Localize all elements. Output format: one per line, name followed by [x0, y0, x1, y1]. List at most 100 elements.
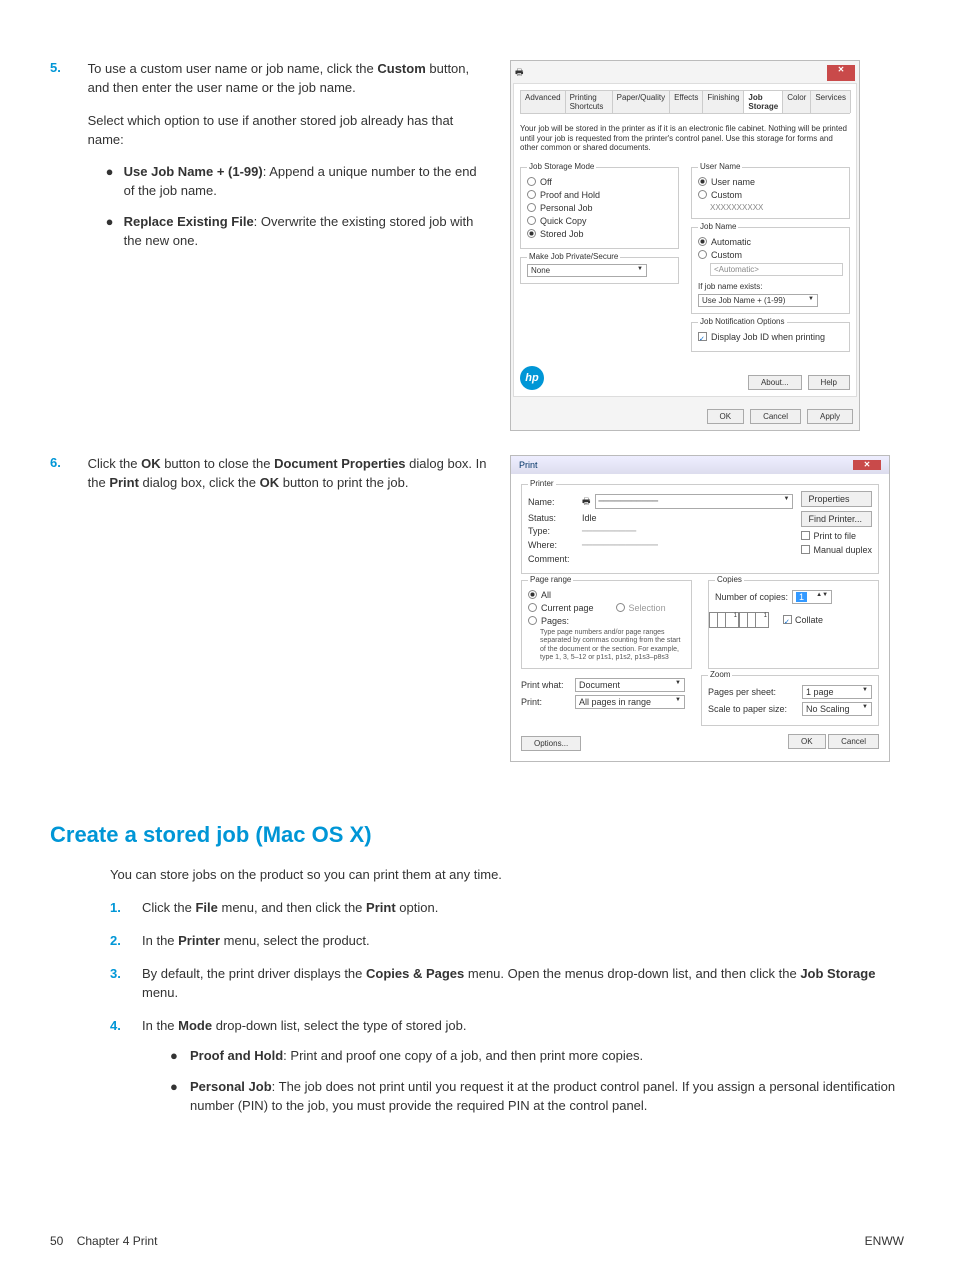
copies-legend: Copies	[715, 575, 744, 584]
mac-step4-num: 4.	[110, 1017, 142, 1120]
printer-section-legend: Printer	[528, 479, 556, 488]
range-selection: Selection	[616, 603, 666, 613]
section-title: Create a stored job (Mac OS X)	[50, 822, 904, 848]
hp-logo: hp	[520, 366, 544, 390]
ok-button[interactable]: OK	[788, 734, 826, 749]
mac-step2: In the Printer menu, select the product.	[142, 932, 904, 951]
cancel-button[interactable]: Cancel	[750, 409, 801, 424]
if-exists-label: If job name exists:	[698, 282, 843, 291]
page-range-legend: Page range	[528, 575, 573, 584]
copies-label: Number of copies:	[715, 592, 788, 602]
jobname-automatic[interactable]: Automatic	[698, 237, 843, 247]
print-to-file-checkbox[interactable]: Print to file	[801, 531, 872, 541]
close-icon[interactable]: ✕	[853, 460, 881, 470]
range-hint: Type page numbers and/or page ranges sep…	[540, 629, 685, 663]
tab-job-storage[interactable]: Job Storage	[743, 90, 783, 113]
chevron-down-icon: ▼	[784, 496, 790, 507]
tab-advanced[interactable]: Advanced	[520, 90, 566, 113]
zoom-legend: Zoom	[708, 670, 732, 679]
mac-step1-num: 1.	[110, 899, 142, 918]
footer-left: 50 Chapter 4 Print	[50, 1234, 157, 1248]
mac-step3-num: 3.	[110, 965, 142, 1003]
tab-printing-shortcuts[interactable]: Printing Shortcuts	[565, 90, 613, 113]
chevron-down-icon: ▼	[862, 687, 868, 697]
properties-dialog: 🖶 ✕ Advanced Printing Shortcuts Paper/Qu…	[510, 60, 860, 431]
apply-button[interactable]: Apply	[807, 409, 853, 424]
if-exists-select[interactable]: Use Job Name + (1-99)▼	[698, 294, 818, 307]
step6-number: 6.	[50, 455, 84, 470]
tab-services[interactable]: Services	[810, 90, 851, 113]
username-custom[interactable]: Custom	[698, 190, 843, 200]
mode-personal-job[interactable]: Personal Job	[527, 203, 672, 213]
printer-icon: 🖶	[515, 65, 524, 81]
scale-label: Scale to paper size:	[708, 704, 798, 714]
ok-button[interactable]: OK	[707, 409, 745, 424]
collate-checkbox[interactable]: Collate	[783, 615, 823, 625]
find-printer-button[interactable]: Find Printer...	[801, 511, 872, 527]
step5-para1: To use a custom user name or job name, c…	[88, 60, 488, 98]
options-button[interactable]: Options...	[521, 736, 581, 751]
scale-select[interactable]: No Scaling▼	[802, 702, 872, 716]
tab-effects[interactable]: Effects	[669, 90, 703, 113]
printer-icon: 🖶	[582, 494, 591, 510]
print-what-select[interactable]: Document▼	[575, 678, 685, 692]
print-what-label: Print what:	[521, 680, 571, 690]
tab-color[interactable]: Color	[782, 90, 811, 113]
range-all[interactable]: All	[528, 590, 685, 600]
job-name-legend: Job Name	[698, 222, 738, 231]
mode-off[interactable]: Off	[527, 177, 672, 187]
mode-quick-copy[interactable]: Quick Copy	[527, 216, 672, 226]
printer-select[interactable]: ━━━━━━━━━━━▼	[595, 494, 794, 509]
mac-step1: Click the File menu, and then click the …	[142, 899, 904, 918]
step5-number: 5.	[50, 60, 84, 75]
tab-bar: Advanced Printing Shortcuts Paper/Qualit…	[520, 90, 850, 114]
notify-legend: Job Notification Options	[698, 317, 787, 326]
jobname-custom[interactable]: Custom	[698, 250, 843, 260]
manual-duplex-checkbox[interactable]: Manual duplex	[801, 545, 872, 555]
print-range-select[interactable]: All pages in range▼	[575, 695, 685, 709]
where-label: Where:	[528, 540, 578, 550]
tab-paper-quality[interactable]: Paper/Quality	[612, 90, 670, 113]
display-job-id-checkbox[interactable]: Display Job ID when printing	[698, 332, 843, 342]
chevron-down-icon: ▼	[862, 704, 868, 714]
mac-step3: By default, the print driver displays th…	[142, 965, 904, 1003]
range-current[interactable]: Current page	[528, 603, 594, 613]
jobname-value: <Automatic>	[710, 263, 843, 276]
name-label: Name:	[528, 497, 578, 507]
print-dialog: Print ✕ Printer Name: 🖶 ━━━━━━━━━━━▼ Statu…	[510, 455, 890, 763]
step5-para2: Select which option to use if another st…	[88, 112, 488, 150]
intro-text: You can store jobs on the product so you…	[110, 866, 904, 885]
footer-right: ENWW	[865, 1234, 904, 1248]
about-button[interactable]: About...	[748, 375, 802, 390]
cancel-button[interactable]: Cancel	[828, 734, 879, 749]
status-value: Idle	[582, 513, 597, 523]
range-pages[interactable]: Pages:	[528, 616, 685, 626]
make-private-legend: Make Job Private/Secure	[527, 252, 620, 261]
chevron-down-icon: ▼	[808, 296, 814, 305]
mac-step2-num: 2.	[110, 932, 142, 951]
bullet-dot: ●	[170, 1047, 190, 1066]
tab-finishing[interactable]: Finishing	[702, 90, 744, 113]
status-label: Status:	[528, 513, 578, 523]
copies-spinner[interactable]: 1▲▼	[792, 590, 832, 604]
type-label: Type:	[528, 526, 578, 536]
collate-icon: 321 321	[715, 612, 769, 628]
bullet-dot: ●	[106, 213, 124, 251]
bullet-dot: ●	[170, 1078, 190, 1116]
chevron-down-icon: ▼	[675, 697, 681, 707]
mode-proof-hold[interactable]: Proof and Hold	[527, 190, 672, 200]
comment-label: Comment:	[528, 554, 578, 564]
mac-step4-bullet1: Proof and Hold: Print and proof one copy…	[190, 1047, 643, 1066]
username-value: XXXXXXXXXX	[710, 203, 843, 212]
user-name-legend: User Name	[698, 162, 742, 171]
username-username[interactable]: User name	[698, 177, 843, 187]
pages-per-select[interactable]: 1 page▼	[802, 685, 872, 699]
print-label: Print:	[521, 697, 571, 707]
job-storage-mode-legend: Job Storage Mode	[527, 162, 596, 171]
private-select[interactable]: None▼	[527, 264, 647, 277]
properties-button[interactable]: Properties	[801, 491, 872, 507]
print-title: Print	[519, 460, 538, 470]
help-button[interactable]: Help	[808, 375, 850, 390]
close-icon[interactable]: ✕	[827, 65, 855, 81]
mode-stored-job[interactable]: Stored Job	[527, 229, 672, 239]
